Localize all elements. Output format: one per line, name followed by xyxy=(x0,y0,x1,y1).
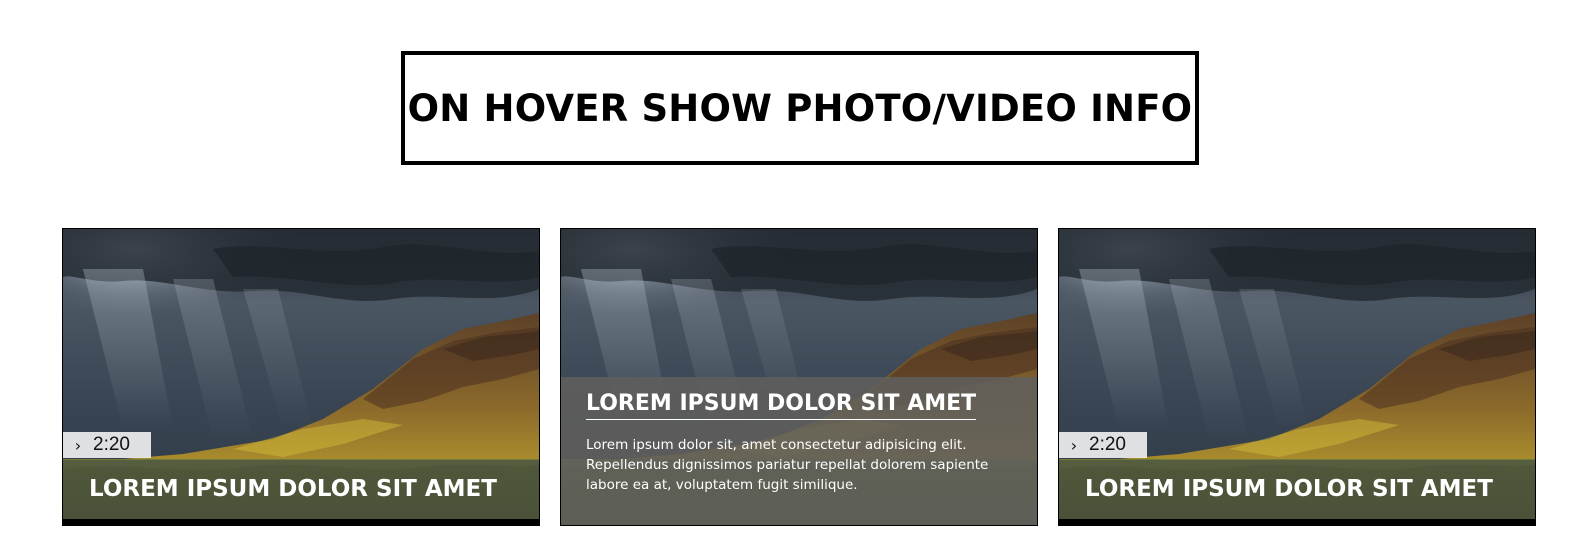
duration-label: 2:20 xyxy=(93,434,130,455)
card-bottom-bar xyxy=(1059,519,1535,525)
media-card[interactable]: › 2:20 LOREM IPSUM DOLOR SIT AMET xyxy=(62,228,540,526)
video-duration-badge: › 2:20 xyxy=(1059,432,1147,458)
hover-info-panel: LOREM IPSUM DOLOR SIT AMET Lorem ipsum d… xyxy=(561,377,1037,525)
page-title-box: ON HOVER SHOW PHOTO/VIDEO INFO xyxy=(401,51,1199,165)
chevron-right-icon: › xyxy=(1070,435,1078,455)
duration-label: 2:20 xyxy=(1089,434,1126,455)
info-line: Lorem ipsum dolor sit, amet consectetur … xyxy=(586,437,967,453)
card-title: LOREM IPSUM DOLOR SIT AMET xyxy=(1085,476,1493,502)
card-title: LOREM IPSUM DOLOR SIT AMET xyxy=(89,476,497,502)
info-title: LOREM IPSUM DOLOR SIT AMET xyxy=(586,391,977,420)
info-line: labore ea at, voluptatem fugit similique… xyxy=(586,477,858,493)
page: ON HOVER SHOW PHOTO/VIDEO INFO › 2:20 LO… xyxy=(0,0,1594,544)
media-card[interactable]: › 2:20 LOREM IPSUM DOLOR SIT AMET xyxy=(1058,228,1536,526)
page-title: ON HOVER SHOW PHOTO/VIDEO INFO xyxy=(407,86,1193,130)
video-duration-badge: › 2:20 xyxy=(63,432,151,458)
media-card-hovered[interactable]: LOREM IPSUM DOLOR SIT AMET Lorem ipsum d… xyxy=(560,228,1038,526)
info-description: Lorem ipsum dolor sit, amet consectetur … xyxy=(586,435,1006,495)
info-line: Repellendus dignissimos pariatur repella… xyxy=(586,457,989,473)
chevron-right-icon: › xyxy=(74,435,82,455)
card-bottom-bar xyxy=(63,519,539,525)
